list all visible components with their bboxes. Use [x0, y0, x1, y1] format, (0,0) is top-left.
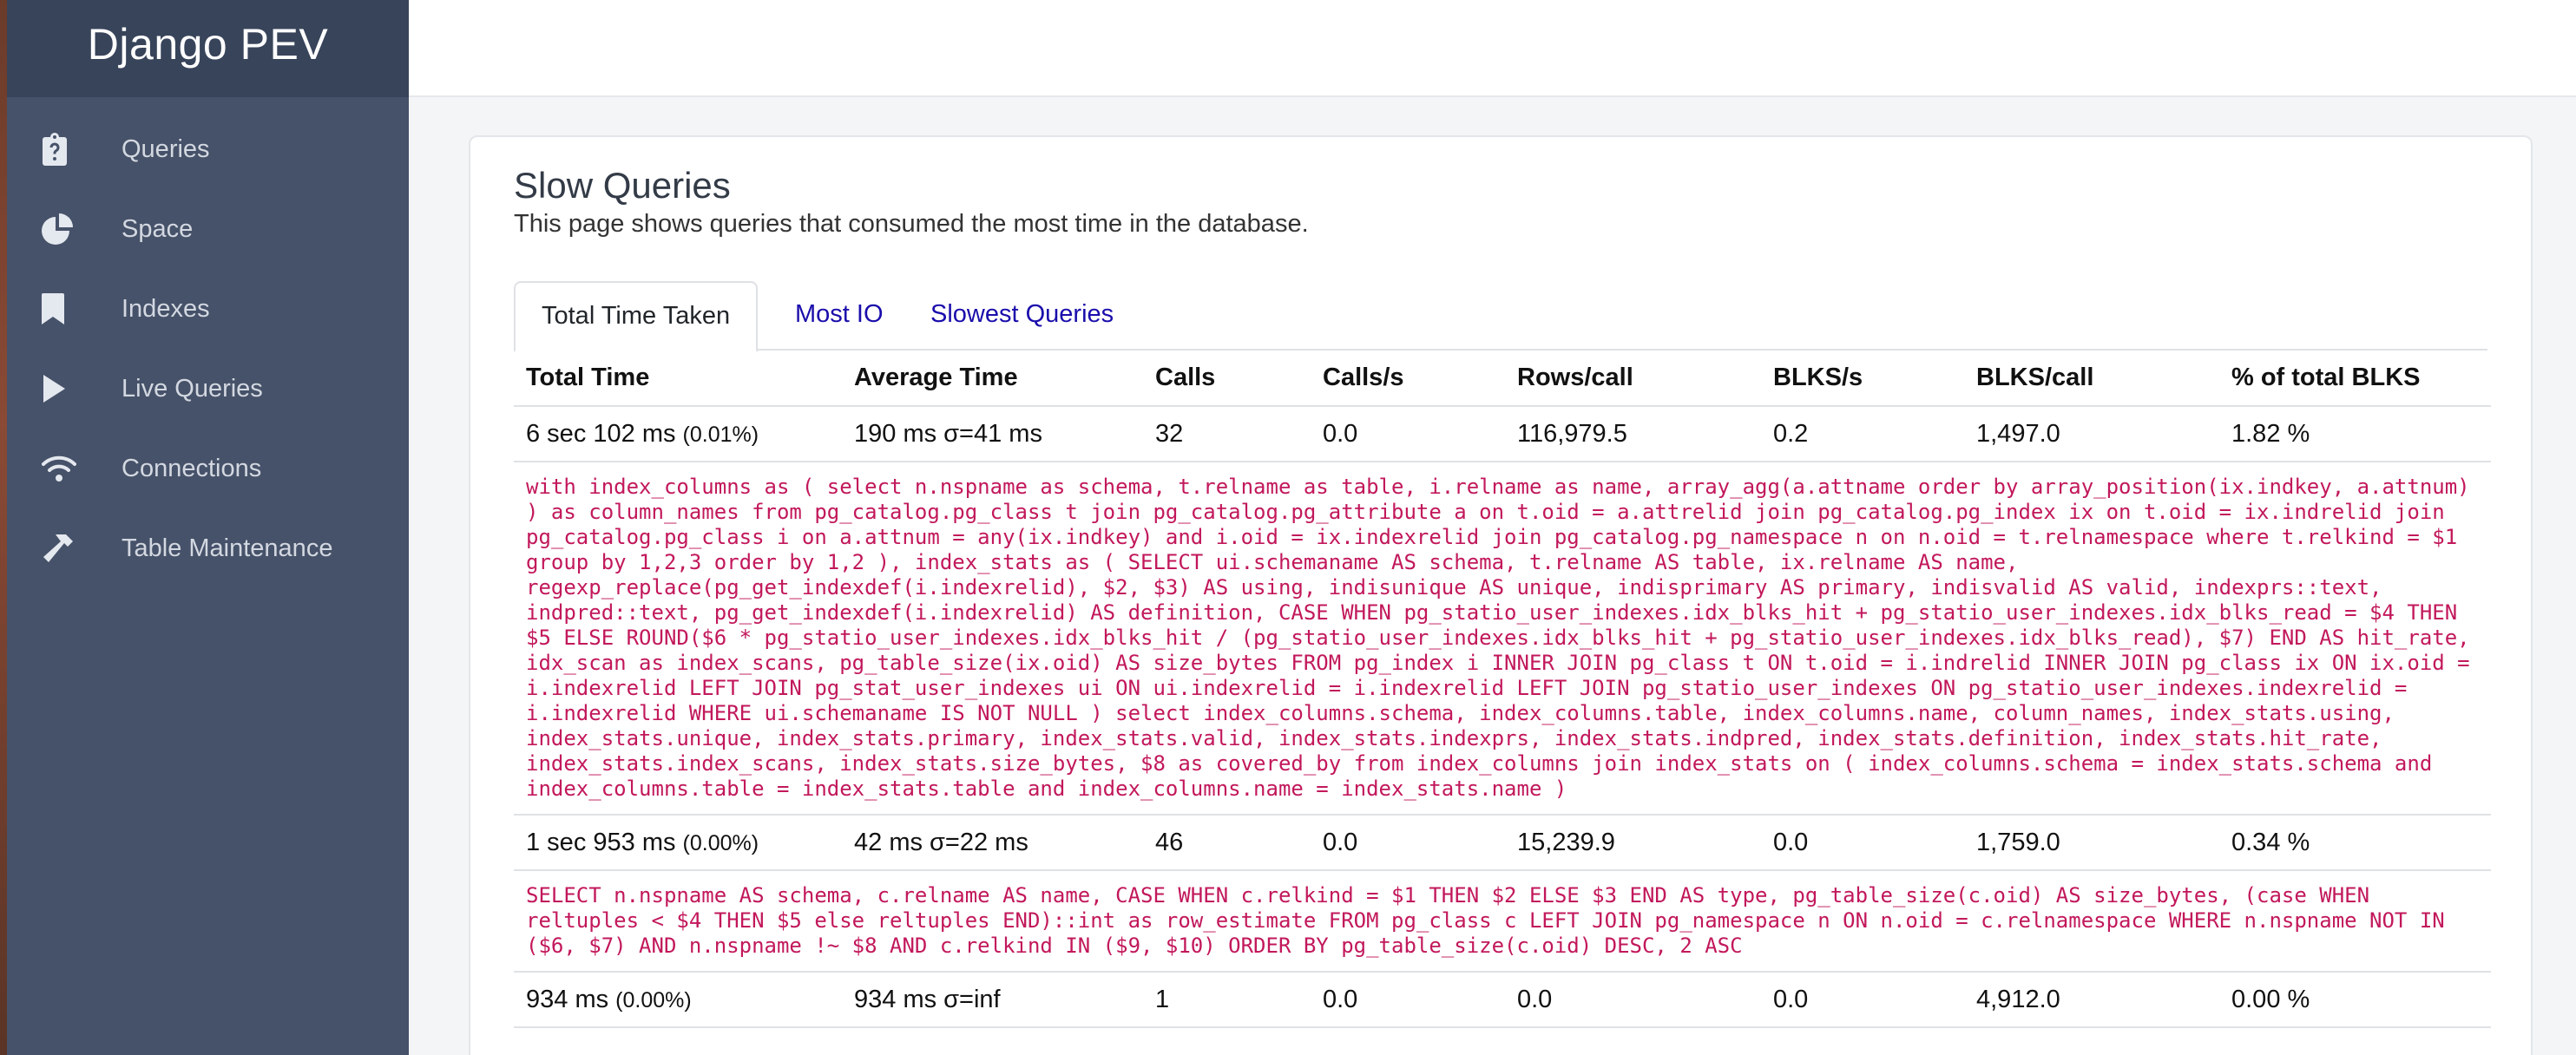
hammer-icon: [42, 531, 89, 566]
header-rows-per-call[interactable]: Rows/call: [1505, 351, 1761, 407]
tab-most-io[interactable]: Most IO: [769, 281, 910, 351]
table-header-row: Total Time Average Time Calls Calls/s Ro…: [514, 351, 2491, 407]
cell-blks-per-s: 0.0: [1761, 815, 1964, 871]
cell-average-time: 190 ms σ=41 ms: [842, 406, 1143, 462]
cell-calls-per-s: 0.0: [1311, 972, 1505, 1028]
cell-total-time: 934 ms (0.00%): [514, 972, 842, 1028]
page-title: Slow Queries: [514, 165, 731, 206]
header-calls-per-s[interactable]: Calls/s: [1311, 351, 1505, 407]
sidebar-item-label: Space: [122, 214, 194, 243]
cell-blks-per-call: 4,912.0: [1964, 972, 2219, 1028]
total-time-value: 6 sec 102 ms: [526, 419, 676, 448]
table-row[interactable]: 934 ms (0.00%) 934 ms σ=inf 1 0.0 0.0 0.…: [514, 972, 2491, 1028]
cell-blks-per-s: 0.2: [1761, 406, 1964, 462]
header-total-time[interactable]: Total Time: [514, 351, 842, 407]
cell-pct-total-blks: 0.34 %: [2219, 815, 2491, 871]
cell-calls: 1: [1143, 972, 1311, 1028]
play-icon: [42, 371, 89, 406]
header-pct-total-blks[interactable]: % of total BLKS: [2219, 351, 2491, 407]
query-row: with index_columns as ( select n.nspname…: [514, 462, 2491, 816]
sidebar-item-label: Indexes: [122, 294, 210, 323]
pie-chart-icon: [42, 212, 89, 246]
cell-total-time: 6 sec 102 ms (0.01%): [514, 406, 842, 462]
query-text: with index_columns as ( select n.nspname…: [514, 462, 2491, 816]
total-time-percent: (0.00%): [615, 987, 692, 1012]
cell-average-time: 934 ms σ=inf: [842, 972, 1143, 1028]
clipboard-question-icon: [42, 132, 89, 167]
sidebar-item-live-queries[interactable]: Live Queries: [7, 349, 409, 429]
bookmark-icon: [42, 292, 89, 326]
wifi-icon: [42, 451, 89, 486]
sidebar-item-label: Connections: [122, 454, 262, 482]
query-row: SELECT n.nspname AS schema, c.relname AS…: [514, 870, 2491, 973]
table-row[interactable]: 6 sec 102 ms (0.01%) 190 ms σ=41 ms 32 0…: [514, 406, 2491, 462]
header-calls[interactable]: Calls: [1143, 351, 1311, 407]
sidebar-item-space[interactable]: Space: [7, 189, 409, 269]
total-time-value: 1 sec 953 ms: [526, 828, 676, 856]
tab-bar: Total Time Taken Most IO Slowest Queries: [514, 281, 2487, 352]
brand-title[interactable]: Django PEV: [7, 0, 409, 97]
content-card: Slow Queries This page shows queries tha…: [469, 135, 2533, 1055]
sidebar-item-label: Live Queries: [122, 374, 263, 403]
cell-rows-per-call: 15,239.9: [1505, 815, 1761, 871]
total-time-percent: (0.01%): [682, 422, 759, 447]
sidebar-item-connections[interactable]: Connections: [7, 429, 409, 508]
cell-calls-per-s: 0.0: [1311, 815, 1505, 871]
cell-total-time: 1 sec 953 ms (0.00%): [514, 815, 842, 871]
cell-pct-total-blks: 1.82 %: [2219, 406, 2491, 462]
header-blks-per-s[interactable]: BLKS/s: [1761, 351, 1964, 407]
window-edge: [0, 0, 7, 1055]
cell-average-time: 42 ms σ=22 ms: [842, 815, 1143, 871]
sidebar-item-indexes[interactable]: Indexes: [7, 269, 409, 349]
header-average-time[interactable]: Average Time: [842, 351, 1143, 407]
query-text: SELECT n.nspname AS schema, c.relname AS…: [514, 870, 2491, 973]
tab-slowest-queries[interactable]: Slowest Queries: [904, 281, 1140, 351]
top-bar: [409, 0, 2576, 97]
total-time-percent: (0.00%): [682, 830, 759, 855]
table-row[interactable]: 1 sec 953 ms (0.00%) 42 ms σ=22 ms 46 0.…: [514, 815, 2491, 871]
cell-blks-per-s: 0.0: [1761, 972, 1964, 1028]
cell-blks-per-call: 1,759.0: [1964, 815, 2219, 871]
tab-total-time-taken[interactable]: Total Time Taken: [514, 281, 759, 352]
sidebar-item-label: Queries: [122, 134, 210, 163]
cell-calls: 32: [1143, 406, 1311, 462]
sidebar-item-label: Table Maintenance: [122, 534, 333, 562]
page-subtitle: This page shows queries that consumed th…: [514, 210, 1309, 238]
cell-calls-per-s: 0.0: [1311, 406, 1505, 462]
sidebar-nav: Queries Space Indexes Live Queries Conne…: [7, 97, 409, 588]
cell-rows-per-call: 0.0: [1505, 972, 1761, 1028]
sidebar-item-queries[interactable]: Queries: [7, 109, 409, 189]
header-blks-per-call[interactable]: BLKS/call: [1964, 351, 2219, 407]
cell-calls: 46: [1143, 815, 1311, 871]
slow-queries-table: Total Time Average Time Calls Calls/s Ro…: [514, 351, 2491, 1028]
total-time-value: 934 ms: [526, 985, 609, 1013]
sidebar: Django PEV Queries Space Indexes Live Qu…: [7, 0, 409, 1055]
sidebar-item-table-maintenance[interactable]: Table Maintenance: [7, 508, 409, 588]
cell-rows-per-call: 116,979.5: [1505, 406, 1761, 462]
cell-pct-total-blks: 0.00 %: [2219, 972, 2491, 1028]
cell-blks-per-call: 1,497.0: [1964, 406, 2219, 462]
